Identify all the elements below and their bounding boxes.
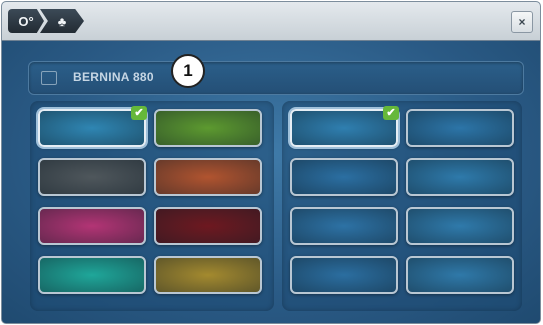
checkmark-icon: ✔ [383,106,399,120]
title-bar: O° ♣ × [2,2,540,41]
user-icon: ♣ [57,13,67,29]
background-swatch-blue-texture-3[interactable] [290,158,398,196]
checkmark-icon: ✔ [131,106,147,120]
machine-name-field[interactable]: BERNINA 880 [28,61,524,95]
color-swatch-crimson[interactable] [154,207,262,245]
close-button[interactable]: × [511,11,533,33]
background-swatch-blue-texture-4[interactable] [406,158,514,196]
color-swatch-rust[interactable] [154,158,262,196]
background-swatch-blue-plain[interactable]: ✔ [290,106,399,147]
background-theme-panel: ✔ [282,101,522,311]
machine-name-value: BERNINA 880 [73,70,154,84]
color-swatch-gold[interactable] [154,256,262,294]
color-swatch-teal[interactable] [38,256,146,294]
theme-settings-panel: BERNINA 880 ✔ ✔ [2,41,540,323]
breadcrumb-settings[interactable]: O° [8,9,44,33]
color-swatch-graphite[interactable] [38,158,146,196]
app-window: O° ♣ × BERNINA 880 ✔ ✔ 1 [2,2,540,323]
callout-marker: 1 [171,54,205,88]
breadcrumb-user[interactable]: ♣ [40,9,84,33]
settings-icon: O° [18,13,34,29]
color-swatch-magenta[interactable] [38,207,146,245]
keyboard-icon [41,71,57,85]
background-swatch-blue-texture-7[interactable] [290,256,398,294]
background-swatch-blue-texture-8[interactable] [406,256,514,294]
background-swatch-blue-texture-6[interactable] [406,207,514,245]
background-swatch-blue-texture-2[interactable] [406,109,514,147]
color-theme-panel: ✔ [30,101,274,311]
color-swatch-blue[interactable]: ✔ [38,106,147,147]
color-swatch-green[interactable] [154,109,262,147]
close-icon: × [518,15,526,29]
background-swatch-blue-texture-5[interactable] [290,207,398,245]
